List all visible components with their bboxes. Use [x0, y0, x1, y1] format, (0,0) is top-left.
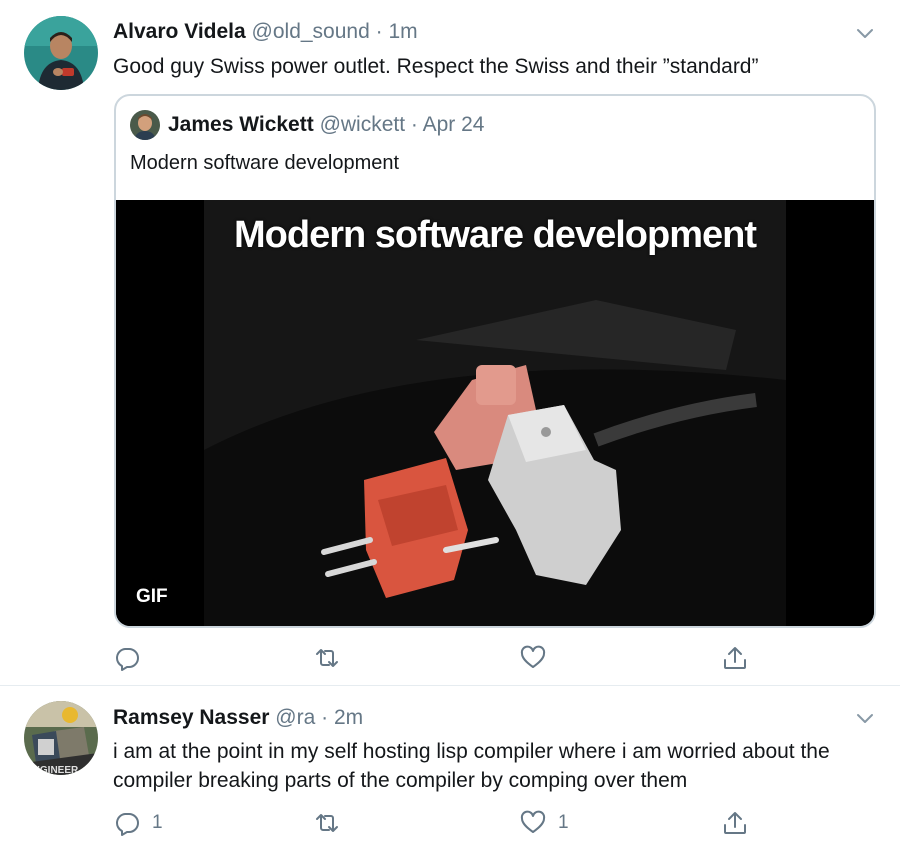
reply-count: 1 [152, 812, 163, 833]
reply-button[interactable]: 1 [114, 809, 163, 837]
share-icon [724, 647, 746, 669]
quoted-tweet[interactable]: James Wickett @wickett · Apr 24 Modern s… [114, 94, 876, 628]
author-name[interactable]: Alvaro Videla [113, 20, 246, 43]
avatar[interactable]: ENGINEER [24, 701, 98, 775]
tweet[interactable]: Alvaro Videla @old_sound · 1m Good guy S… [0, 0, 900, 686]
separator-dot: · [410, 113, 418, 136]
avatar[interactable] [24, 16, 98, 90]
quoted-header: James Wickett @wickett · Apr 24 [168, 113, 484, 137]
chevron-down-icon[interactable] [854, 707, 876, 729]
gif-media[interactable]: Modern software development GIF [116, 200, 874, 626]
quoted-author-name: James Wickett [168, 113, 314, 136]
tweet-actions: 1 1 [114, 809, 754, 837]
retweet-button[interactable] [314, 809, 352, 837]
heart-icon [520, 810, 546, 833]
retweet-icon [316, 649, 338, 667]
timeline: Alvaro Videla @old_sound · 1m Good guy S… [0, 0, 900, 854]
quoted-timestamp: Apr 24 [422, 113, 485, 136]
avatar-text: ENGINEER [26, 765, 79, 775]
tweet-actions [114, 644, 754, 672]
quoted-avatar [130, 110, 160, 140]
tweet-text: i am at the point in my self hosting lis… [113, 740, 830, 792]
tweet[interactable]: ENGINEER Ramsey Nasser @ra · 2m i am at … [0, 687, 900, 854]
share-button[interactable] [722, 809, 748, 837]
gif-badge: GIF [136, 586, 168, 607]
like-button[interactable] [520, 644, 558, 672]
separator-dot: · [321, 706, 329, 729]
share-button[interactable] [722, 644, 748, 672]
timestamp[interactable]: 2m [334, 706, 363, 729]
reply-icon [116, 648, 139, 671]
like-count: 1 [558, 812, 569, 833]
retweet-icon [316, 814, 338, 832]
retweet-button[interactable] [314, 644, 352, 672]
author-handle[interactable]: @old_sound [252, 20, 370, 43]
reply-button[interactable] [114, 644, 152, 672]
tweet-text: Good guy Swiss power outlet. Respect the… [113, 55, 759, 78]
reply-icon [116, 813, 139, 836]
quoted-text: Modern software development [130, 152, 400, 174]
separator-dot: · [375, 20, 383, 43]
like-button[interactable]: 1 [520, 809, 569, 837]
share-icon [724, 812, 746, 834]
tweet-header: Ramsey Nasser @ra · 2m [113, 706, 363, 730]
gif-caption: Modern software development [234, 214, 757, 256]
heart-icon [520, 645, 546, 668]
tweet-header: Alvaro Videla @old_sound · 1m [113, 20, 418, 44]
chevron-down-icon[interactable] [854, 22, 876, 44]
quoted-author-handle: @wickett [319, 113, 406, 136]
author-name[interactable]: Ramsey Nasser [113, 706, 269, 729]
author-handle[interactable]: @ra [275, 706, 315, 729]
timestamp[interactable]: 1m [388, 20, 417, 43]
